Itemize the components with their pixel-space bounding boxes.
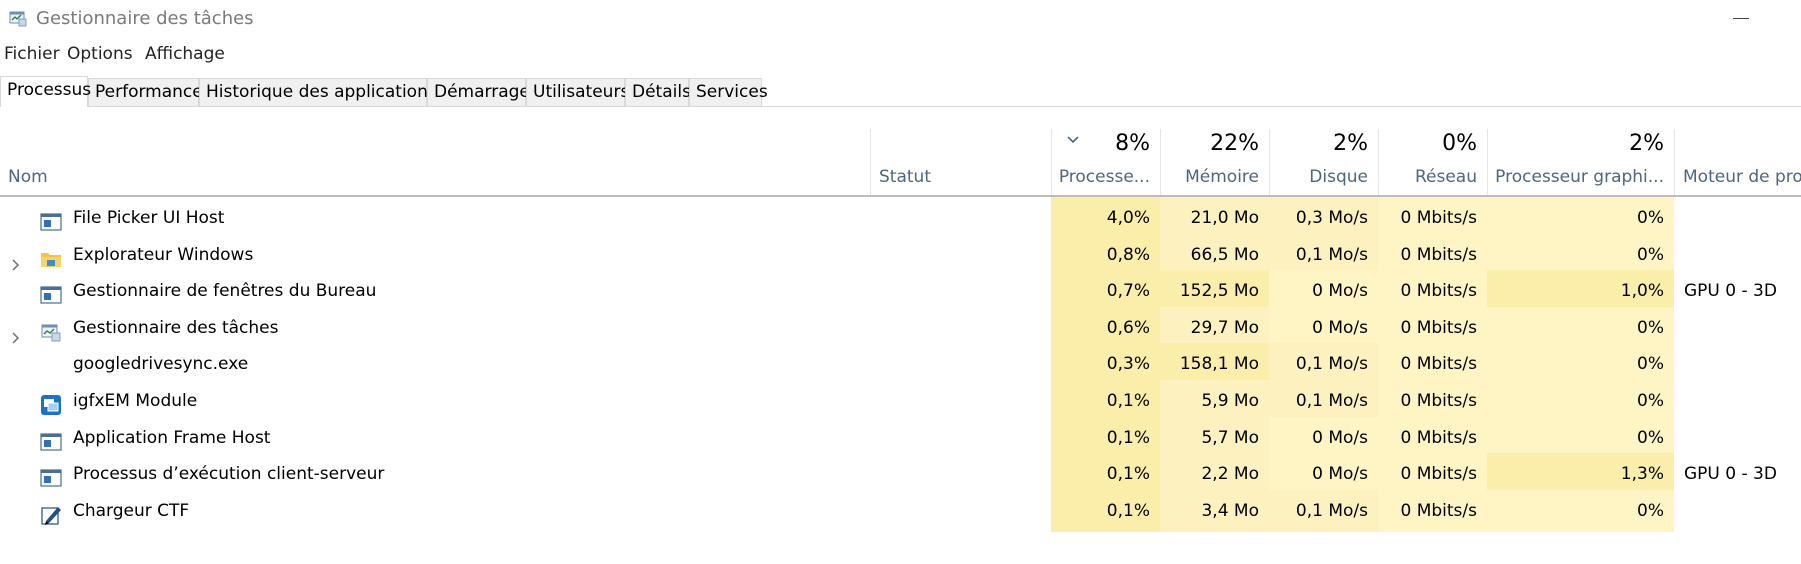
column-cpu-label: Processe... bbox=[1058, 167, 1150, 187]
process-cpu: 0,1% bbox=[1051, 489, 1160, 532]
column-header-network[interactable]: 0% Réseau bbox=[1378, 129, 1487, 195]
process-name: Chargeur CTF bbox=[73, 500, 190, 521]
process-memory: 3,4 Mo bbox=[1160, 489, 1269, 532]
expand-slot bbox=[8, 393, 24, 409]
column-header-gpu[interactable]: 2% Processeur graphi... bbox=[1487, 129, 1674, 195]
folder-icon bbox=[40, 244, 62, 267]
expand-slot bbox=[8, 466, 24, 482]
column-gpu-engine-label: Moteur de proc bbox=[1683, 167, 1801, 187]
process-disk: 0,1 Mo/s bbox=[1269, 489, 1378, 532]
app-window-icon bbox=[40, 463, 62, 487]
process-network: 0 Mbits/s bbox=[1378, 489, 1487, 532]
app-window-icon bbox=[40, 280, 62, 304]
expand-slot bbox=[8, 503, 24, 519]
app-window-icon bbox=[40, 207, 62, 231]
window-title: Gestionnaire des tâches bbox=[36, 8, 254, 29]
blank-icon bbox=[40, 353, 62, 375]
process-gpu-engine bbox=[1674, 490, 1801, 532]
disk-total: 2% bbox=[1333, 131, 1368, 156]
expand-slot[interactable] bbox=[8, 247, 24, 271]
process-row[interactable]: Chargeur CTF 0,1% 3,4 Mo 0,1 Mo/s 0 Mbit… bbox=[0, 489, 1801, 532]
app-window-icon bbox=[40, 427, 62, 451]
menu-affichage[interactable]: Affichage bbox=[145, 44, 225, 64]
tab-demarrage[interactable]: Démarrage bbox=[427, 78, 530, 106]
task-manager-icon bbox=[9, 11, 27, 27]
gpu-total: 2% bbox=[1629, 131, 1664, 156]
column-status-label: Statut bbox=[879, 167, 931, 187]
column-name-label: Nom bbox=[8, 167, 48, 187]
expand-slot bbox=[8, 430, 24, 446]
expand-slot bbox=[8, 210, 24, 226]
tab-performance[interactable]: Performance bbox=[88, 78, 203, 106]
column-header-name[interactable]: Nom bbox=[0, 129, 870, 195]
column-network-label: Réseau bbox=[1414, 167, 1477, 187]
column-disk-label: Disque bbox=[1309, 167, 1368, 187]
chevron-down-icon bbox=[1067, 136, 1079, 144]
tab-details[interactable]: Détails bbox=[625, 78, 691, 106]
menu-fichier[interactable]: Fichier bbox=[4, 44, 60, 64]
column-header-gpu-engine[interactable]: Moteur de proc bbox=[1674, 129, 1801, 195]
process-gpu: 0% bbox=[1487, 489, 1674, 532]
column-header-status[interactable]: Statut bbox=[870, 129, 1051, 195]
tab-strip: Processus Performance Historique des app… bbox=[0, 76, 1801, 107]
tab-historique-applications[interactable]: Historique des applications bbox=[199, 78, 437, 106]
column-header-row: Nom Statut 8% Processe... 22% Mémoire 2%… bbox=[0, 129, 1801, 197]
expand-slot[interactable] bbox=[8, 320, 24, 344]
process-list: File Picker UI Host 4,0% 21,0 Mo 0,3 Mo/… bbox=[0, 197, 1801, 564]
process-status bbox=[870, 490, 1051, 532]
minimize-button[interactable] bbox=[1725, 4, 1759, 32]
expand-slot bbox=[8, 283, 24, 299]
column-gpu-label: Processeur graphi... bbox=[1495, 167, 1664, 187]
tab-processus[interactable]: Processus bbox=[0, 76, 91, 107]
tab-services[interactable]: Services bbox=[689, 78, 768, 106]
column-header-disk[interactable]: 2% Disque bbox=[1269, 129, 1378, 195]
expand-slot bbox=[8, 356, 24, 372]
cpu-total: 8% bbox=[1115, 131, 1150, 156]
memory-total: 22% bbox=[1210, 131, 1259, 156]
tab-utilisateurs[interactable]: Utilisateurs bbox=[526, 78, 629, 106]
menu-options[interactable]: Options bbox=[67, 44, 133, 64]
ctf-pen-icon bbox=[40, 500, 62, 525]
column-header-memory[interactable]: 22% Mémoire bbox=[1160, 129, 1269, 195]
process-name-cell: Chargeur CTF bbox=[0, 490, 870, 532]
task-manager-icon bbox=[40, 317, 62, 342]
column-memory-label: Mémoire bbox=[1185, 167, 1259, 187]
igfx-icon bbox=[40, 390, 62, 415]
network-total: 0% bbox=[1442, 131, 1477, 156]
column-header-cpu[interactable]: 8% Processe... bbox=[1051, 129, 1160, 195]
title-bar: Gestionnaire des tâches bbox=[0, 0, 1801, 36]
